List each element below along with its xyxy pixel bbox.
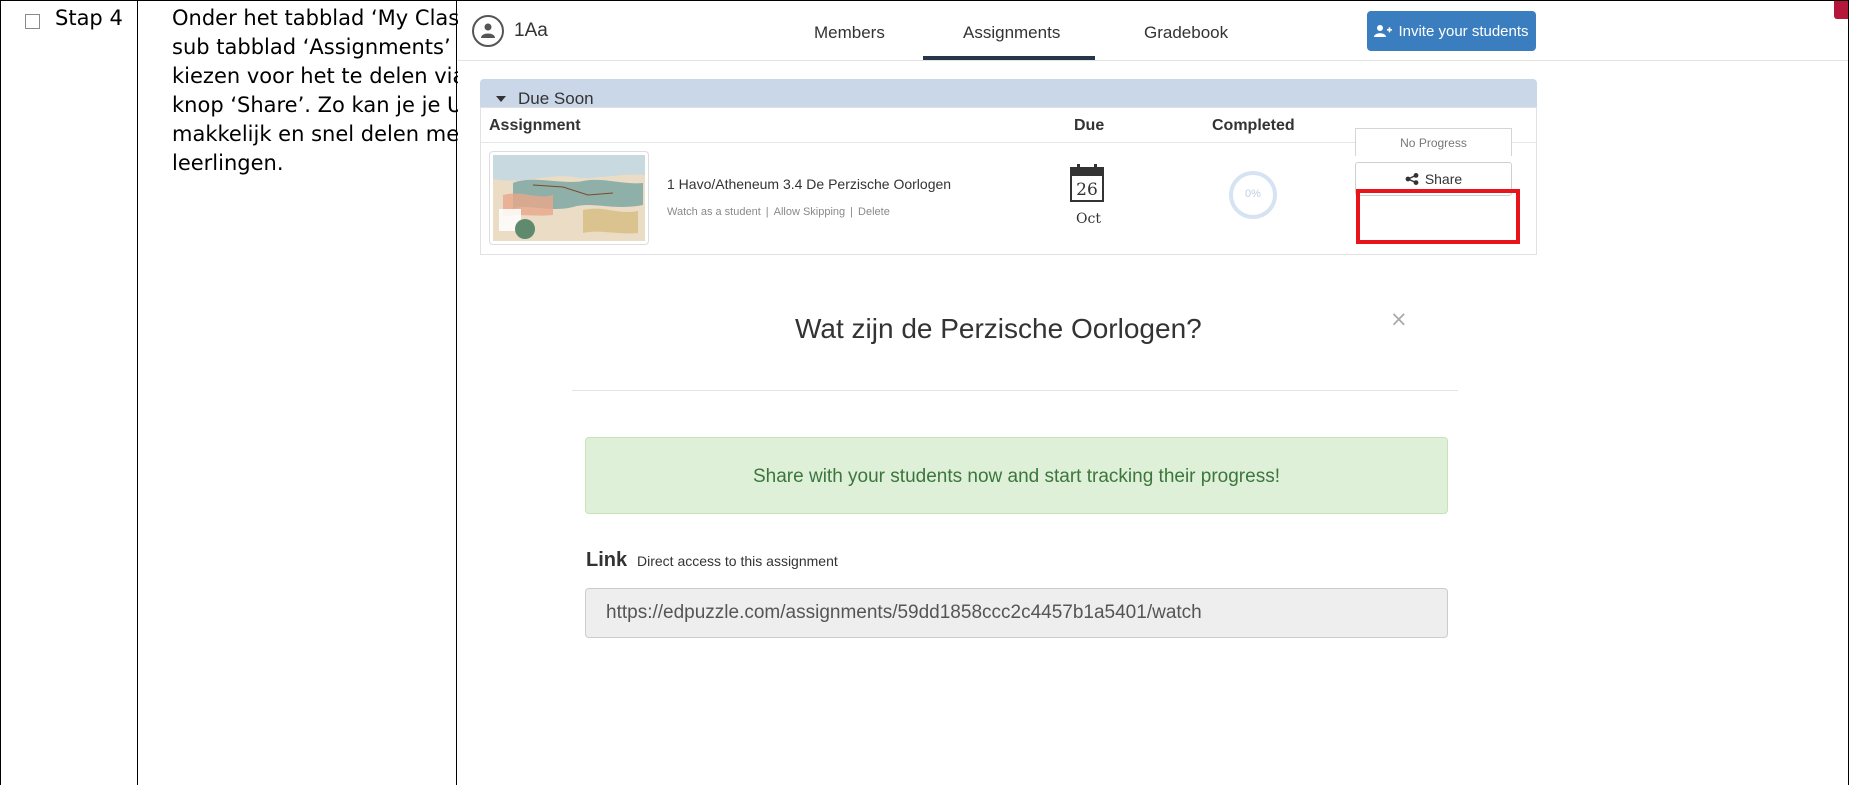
share-alert-banner: Share with your students now and start t… (585, 437, 1448, 514)
assignment-title[interactable]: 1 Havo/Atheneum 3.4 De Perzische Oorloge… (667, 176, 951, 192)
calendar-icon: 26 (1069, 163, 1105, 207)
corner-accent (1834, 1, 1848, 19)
close-icon[interactable]: × (1390, 307, 1408, 331)
allow-skipping-link[interactable]: Allow Skipping (774, 206, 846, 218)
tab-members[interactable]: Members (814, 23, 885, 43)
due-month: Oct (1076, 211, 1101, 227)
due-day: 26 (1076, 180, 1098, 200)
modal-divider (572, 390, 1458, 391)
tab-assignments[interactable]: Assignments (963, 23, 1060, 43)
delete-link[interactable]: Delete (858, 206, 890, 218)
column-header-due: Due (1074, 117, 1105, 134)
share-label: Share (1424, 171, 1463, 187)
highlight-annotation-box (1356, 189, 1520, 244)
map-thumbnail-image (493, 155, 645, 241)
completion-progress-ring: 0% (1229, 171, 1277, 219)
invite-students-button[interactable]: Invite your students (1367, 11, 1536, 51)
column-header-completed: Completed (1212, 117, 1295, 134)
completion-percent: 0% (1245, 188, 1261, 200)
table-column-divider (137, 0, 138, 785)
link-description: Direct access to this assignment (637, 553, 838, 569)
tab-gradebook[interactable]: Gradebook (1144, 23, 1228, 43)
step-label: Stap 4 (55, 6, 123, 30)
embedded-screenshot: 1Aa Members Assignments Gradebook Invite… (458, 1, 1848, 785)
link-label: Link (586, 549, 628, 571)
person-icon (481, 23, 495, 38)
caret-down-icon (496, 96, 506, 102)
class-header-bar: 1Aa Members Assignments Gradebook Invite… (458, 1, 1848, 61)
assignment-url-field[interactable]: https://edpuzzle.com/assignments/59dd185… (585, 588, 1448, 638)
due-soon-label: Due Soon (518, 89, 594, 108)
class-name: 1Aa (514, 20, 548, 41)
assignment-thumbnail[interactable] (489, 151, 649, 245)
table-left-border (0, 0, 1, 785)
assignment-actions: Watch as a student | Allow Skipping | Delete (667, 206, 890, 218)
watch-as-student-link[interactable]: Watch as a student (667, 206, 761, 218)
active-tab-indicator (923, 56, 1095, 60)
step-checkbox[interactable] (25, 14, 40, 29)
column-header-assignment: Assignment (489, 117, 581, 134)
class-avatar[interactable] (472, 15, 504, 47)
invite-students-label: Invite your students (1398, 22, 1529, 40)
add-user-icon (1374, 25, 1393, 37)
share-icon (1405, 173, 1419, 185)
progress-status: No Progress (1355, 128, 1512, 156)
modal-title: Wat zijn de Perzische Oorlogen? (795, 313, 1202, 344)
